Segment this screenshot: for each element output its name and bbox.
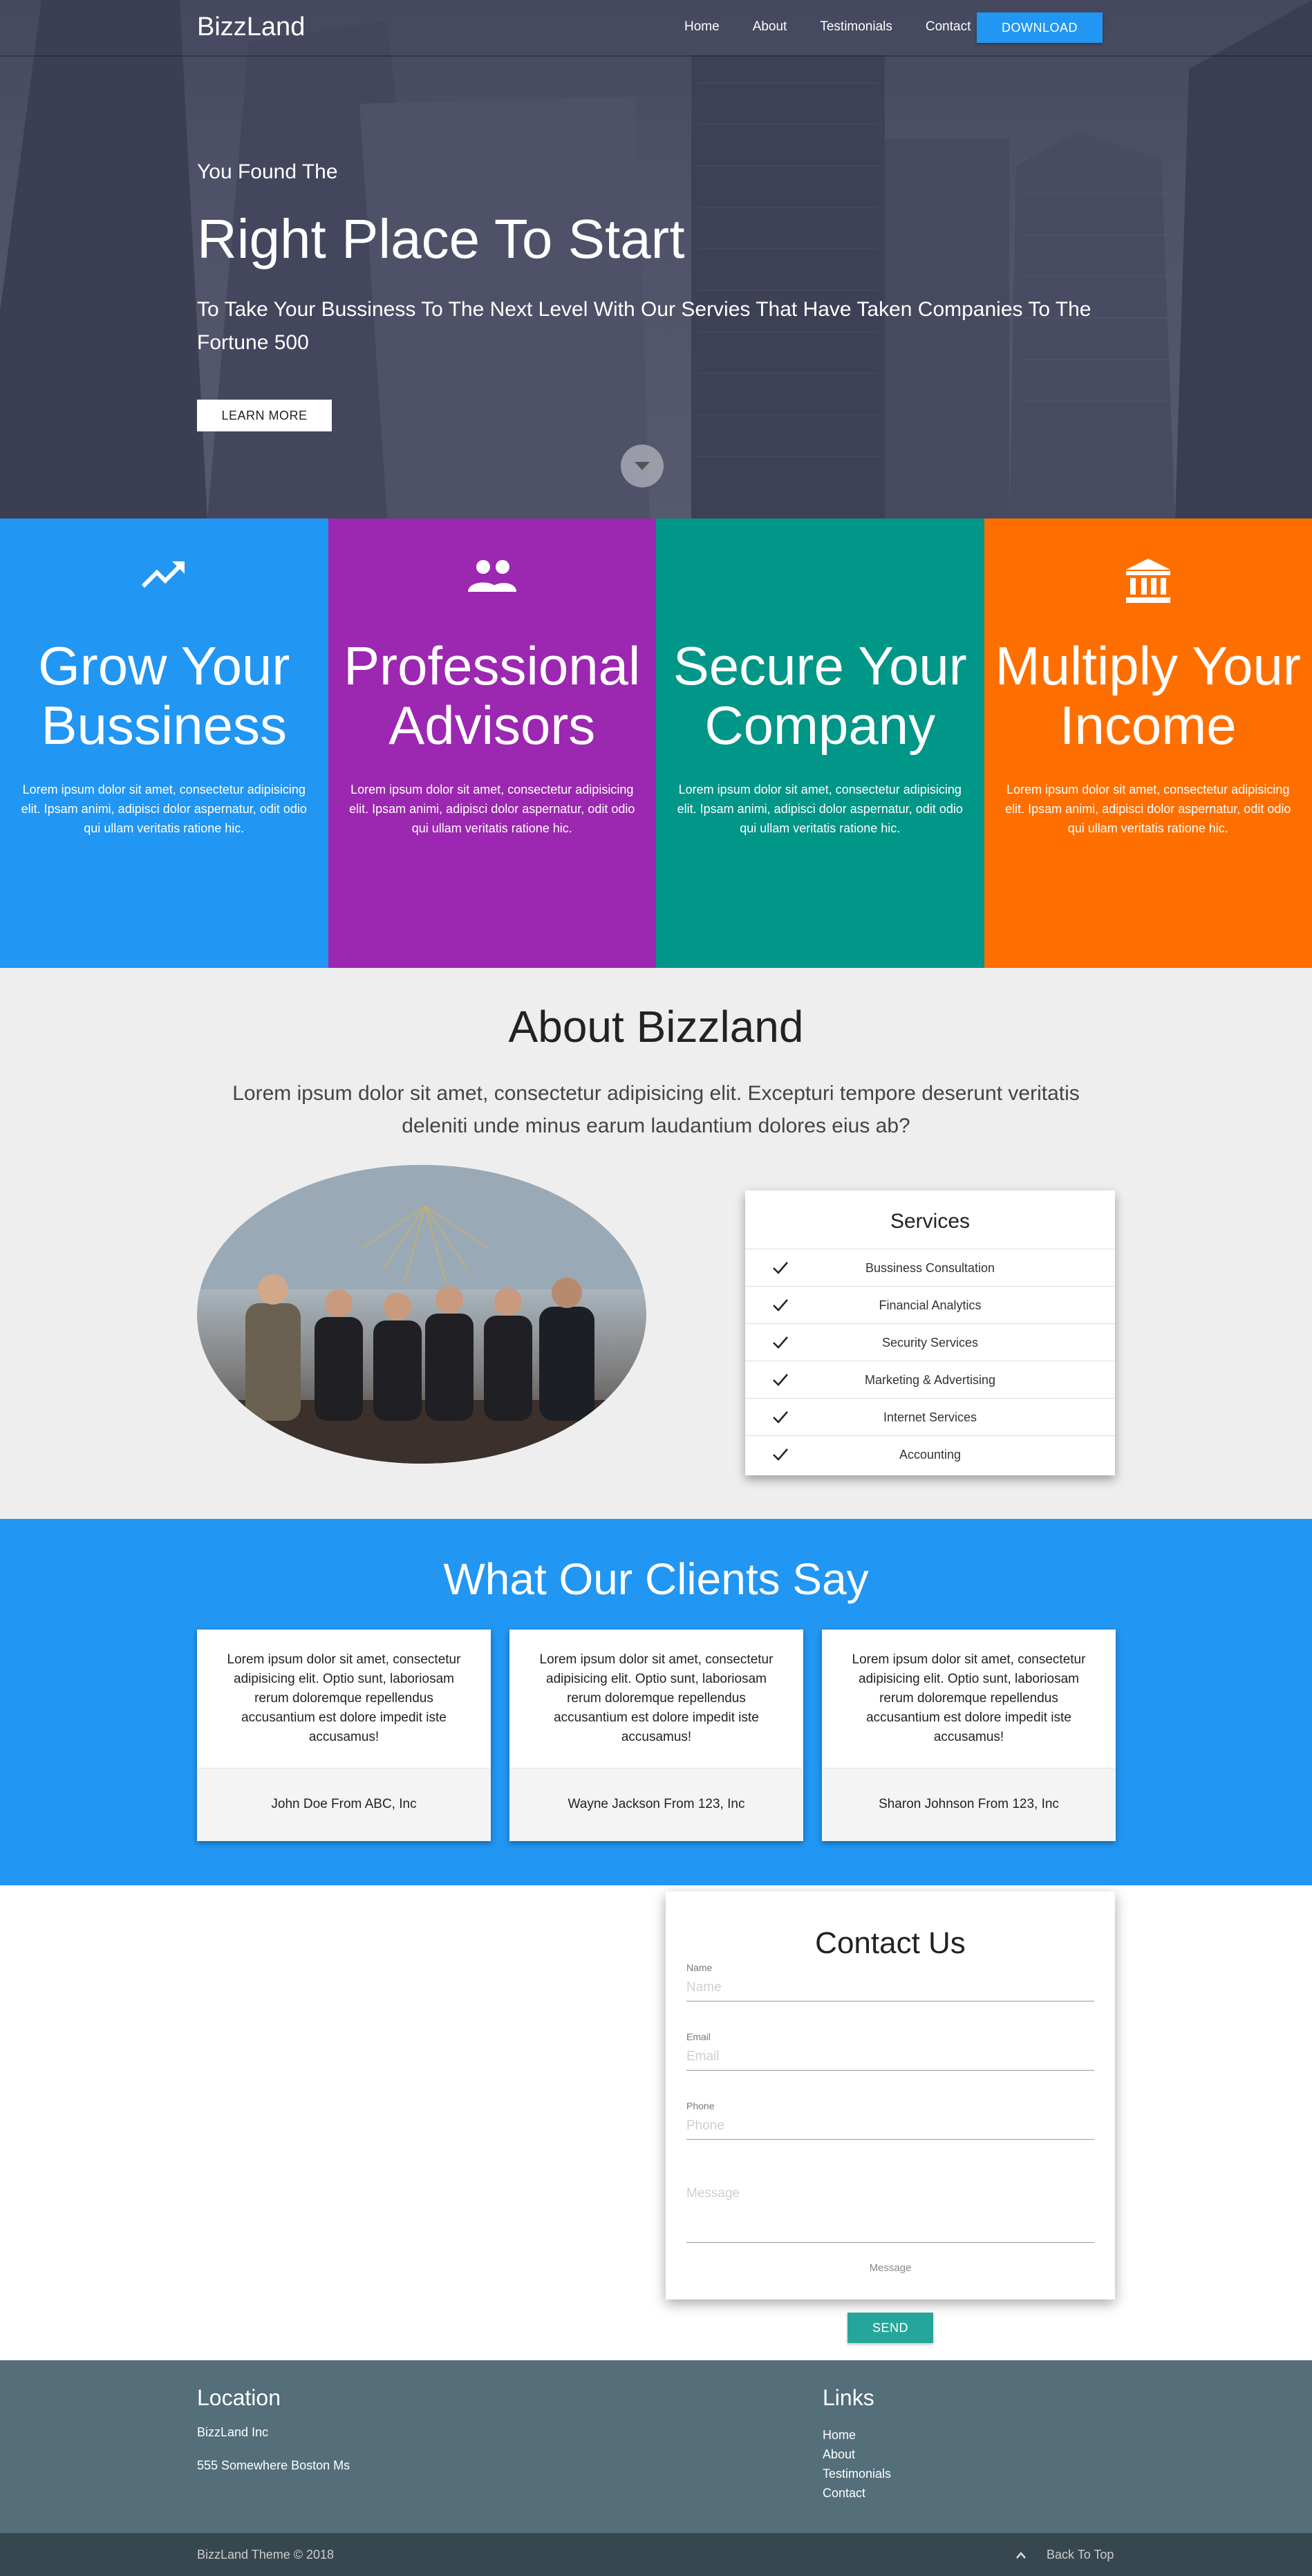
feature-text: Lorem ipsum dolor sit amet, consectetur …: [677, 783, 963, 835]
name-input[interactable]: [686, 1973, 1094, 2001]
about-section: About Bizzland Lorem ipsum dolor sit ame…: [0, 968, 1312, 1519]
phone-field: Phone: [686, 2100, 1094, 2140]
chevron-down-icon[interactable]: [621, 445, 664, 487]
nav-link-about[interactable]: About: [753, 19, 787, 35]
phone-label: Phone: [686, 2100, 715, 2111]
nav-link-home[interactable]: Home: [684, 19, 720, 35]
feature-card-advisors: Professional Advisors Lorem ipsum dolor …: [328, 519, 656, 968]
service-label: Security Services: [881, 1336, 979, 1350]
learn-more-button[interactable]: LEARN MORE: [197, 400, 332, 431]
service-item: Marketing & Advertising: [745, 1361, 1115, 1398]
service-label: Bussiness Consultation: [865, 1261, 995, 1275]
service-label: Financial Analytics: [879, 1298, 982, 1312]
email-field: Email: [686, 2031, 1094, 2071]
phone-input[interactable]: [686, 2111, 1094, 2140]
services-card: Services Bussiness Consultation Financia…: [745, 1191, 1115, 1475]
about-title: About Bizzland: [508, 1002, 804, 1052]
testimonial-card: Lorem ipsum dolor sit amet, consectetur …: [509, 1630, 803, 1841]
feature-text: Lorem ipsum dolor sit amet, consectetur …: [1005, 783, 1291, 835]
check-icon: [773, 1336, 788, 1349]
footer: Location BizzLand Inc 555 Somewhere Bost…: [0, 2360, 1312, 2533]
feature-title: Secure Your Company: [673, 635, 967, 756]
send-button[interactable]: SEND: [847, 2313, 933, 2343]
back-to-top-label: Back To Top: [1047, 2548, 1114, 2561]
service-item: Internet Services: [745, 1398, 1115, 1435]
download-button[interactable]: DOWNLOAD: [977, 12, 1103, 43]
check-icon: [773, 1448, 788, 1461]
message-caption: Message: [869, 2262, 912, 2274]
nav-link-contact[interactable]: Contact: [926, 19, 971, 35]
testimonial-quote: Lorem ipsum dolor sit amet, consectetur …: [852, 1652, 1086, 1744]
service-label: Accounting: [899, 1448, 962, 1462]
testimonial-card: Lorem ipsum dolor sit amet, consectetur …: [197, 1630, 491, 1841]
hero-section: BizzLand Home About Testimonials Contact…: [0, 0, 1312, 519]
check-icon: [773, 1299, 788, 1312]
hero-subtitle: To Take Your Bussiness To The Next Level…: [197, 298, 1091, 354]
footer-link-about[interactable]: About: [823, 2445, 891, 2464]
service-label: Internet Services: [883, 1410, 977, 1424]
footer-link-testimonials[interactable]: Testimonials: [823, 2464, 891, 2483]
footer-address: 555 Somewhere Boston Ms: [197, 2458, 350, 2472]
footer-links: Home About Testimonials Contact: [823, 2425, 891, 2503]
check-icon: [773, 1374, 788, 1386]
service-item: Security Services: [745, 1323, 1115, 1361]
testimonial-author: Sharon Johnson From 123, Inc: [822, 1768, 1116, 1841]
testimonial-author: John Doe From ABC, Inc: [197, 1768, 491, 1841]
navbar: BizzLand Home About Testimonials Contact…: [0, 0, 1312, 57]
feature-card-secure: Secure Your Company Lorem ipsum dolor si…: [656, 519, 984, 968]
feature-title: Multiply Your Income: [995, 635, 1301, 756]
hero-headline: Right Place To Start: [197, 208, 685, 270]
hero-kicker: You Found The: [197, 160, 338, 183]
team-photo: [197, 1165, 646, 1464]
email-input[interactable]: [686, 2042, 1094, 2071]
service-item: Financial Analytics: [745, 1286, 1115, 1323]
feature-title: Grow Your Bussiness: [38, 635, 290, 756]
feature-text: Lorem ipsum dolor sit amet, consectetur …: [349, 783, 635, 835]
contact-title: Contact Us: [815, 1926, 966, 1960]
check-icon: [773, 1262, 788, 1274]
testimonial-card: Lorem ipsum dolor sit amet, consectetur …: [822, 1630, 1116, 1841]
testimonials-title: What Our Clients Say: [443, 1554, 869, 1604]
nav-links: Home About Testimonials Contact: [684, 19, 1004, 35]
footer-location-title: Location: [197, 2385, 281, 2410]
testimonial-author: Wayne Jackson From 123, Inc: [509, 1768, 803, 1841]
chevron-up-icon: [1016, 2548, 1026, 2562]
features-section: Grow Your Bussiness Lorem ipsum dolor si…: [0, 519, 1312, 968]
trending-up-icon: [142, 561, 185, 588]
contact-form-card: Contact Us Name Email Phone Message: [666, 1892, 1115, 2299]
check-icon: [773, 1411, 788, 1424]
bank-icon: [1125, 559, 1170, 603]
footer-bottom-bar: BizzLand Theme © 2018 Back To Top: [0, 2533, 1312, 2576]
nav-link-testimonials[interactable]: Testimonials: [820, 19, 892, 35]
testimonials-section: What Our Clients Say Lorem ipsum dolor s…: [0, 1519, 1312, 1885]
copyright: BizzLand Theme © 2018: [197, 2548, 335, 2561]
testimonial-quote: Lorem ipsum dolor sit amet, consectetur …: [539, 1652, 774, 1744]
back-to-top-link[interactable]: Back To Top: [1016, 2548, 1114, 2562]
footer-link-contact[interactable]: Contact: [823, 2483, 891, 2503]
service-label: Marketing & Advertising: [864, 1373, 996, 1387]
name-label: Name: [686, 1962, 713, 1973]
footer-links-title: Links: [823, 2385, 874, 2410]
people-icon: [467, 560, 516, 592]
feature-title: Professional Advisors: [344, 635, 641, 756]
message-textarea[interactable]: [686, 2181, 1094, 2243]
feature-card-income: Multiply Your Income Lorem ipsum dolor s…: [984, 519, 1312, 968]
testimonial-quote: Lorem ipsum dolor sit amet, consectetur …: [227, 1652, 461, 1744]
brand-logo[interactable]: BizzLand: [197, 12, 305, 42]
service-item: Accounting: [745, 1435, 1115, 1473]
footer-company: BizzLand Inc: [197, 2425, 269, 2439]
about-lead: Lorem ipsum dolor sit amet, consectetur …: [232, 1082, 1080, 1137]
footer-link-home[interactable]: Home: [823, 2425, 891, 2445]
email-label: Email: [686, 2031, 711, 2042]
name-field: Name: [686, 1962, 1094, 2001]
service-item: Bussiness Consultation: [745, 1249, 1115, 1286]
feature-card-grow: Grow Your Bussiness Lorem ipsum dolor si…: [0, 519, 328, 968]
services-title: Services: [890, 1210, 971, 1233]
feature-text: Lorem ipsum dolor sit amet, consectetur …: [21, 783, 307, 835]
